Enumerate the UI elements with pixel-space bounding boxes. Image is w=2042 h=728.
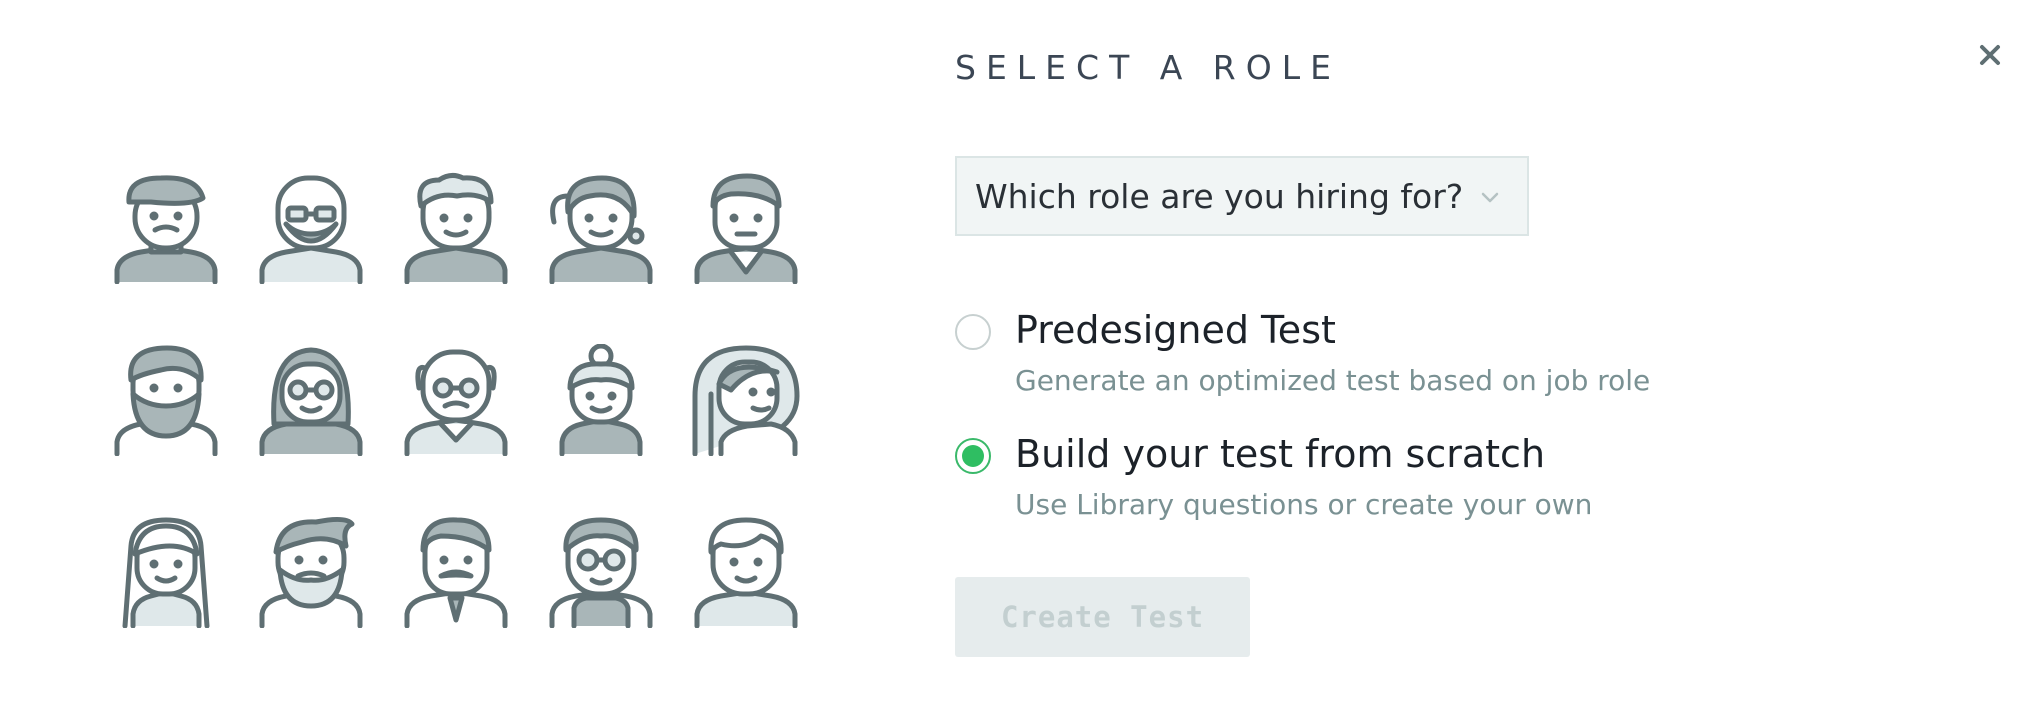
chevron-down-icon [1479,186,1501,208]
man-mustache-tie-avatar [401,516,511,628]
woman-side-ponytail-avatar [546,172,656,284]
bald-man-glasses-avatar [401,344,511,456]
option-build-from-scratch[interactable]: Build your test from scratch Use Library… [955,432,1655,528]
modal-title: SELECT A ROLE [955,48,1341,87]
close-icon [1979,44,2001,66]
option-title: Predesigned Test [1015,308,1336,352]
woman-bun-avatar [546,344,656,456]
create-test-button[interactable]: Create Test [955,577,1250,657]
man-beret-mustache-avatar [111,172,221,284]
man-suit-avatar [691,172,801,284]
bald-man-glasses-beard-avatar [256,172,366,284]
option-description: Generate an optimized test based on job … [1015,364,1651,397]
predesigned-test-radio[interactable] [955,314,991,350]
curly-hair-man-avatar [401,172,511,284]
option-description: Use Library questions or create your own [1015,488,1593,521]
young-man-avatar [691,516,801,628]
build-from-scratch-radio[interactable] [955,438,991,474]
man-full-beard-avatar [111,344,221,456]
woman-long-hair-avatar [691,344,801,456]
man-glasses-avatar [546,516,656,628]
woman-glasses-avatar [256,344,366,456]
role-select[interactable]: Which role are you hiring for? [955,156,1529,236]
man-quiff-beard-avatar [256,516,366,628]
option-title: Build your test from scratch [1015,432,1546,476]
avatar-grid [103,163,803,628]
close-button[interactable] [1965,30,2015,80]
woman-straight-hair-avatar [111,516,221,628]
role-select-placeholder: Which role are you hiring for? [975,176,1464,216]
option-predesigned-test[interactable]: Predesigned Test Generate an optimized t… [955,308,1655,404]
